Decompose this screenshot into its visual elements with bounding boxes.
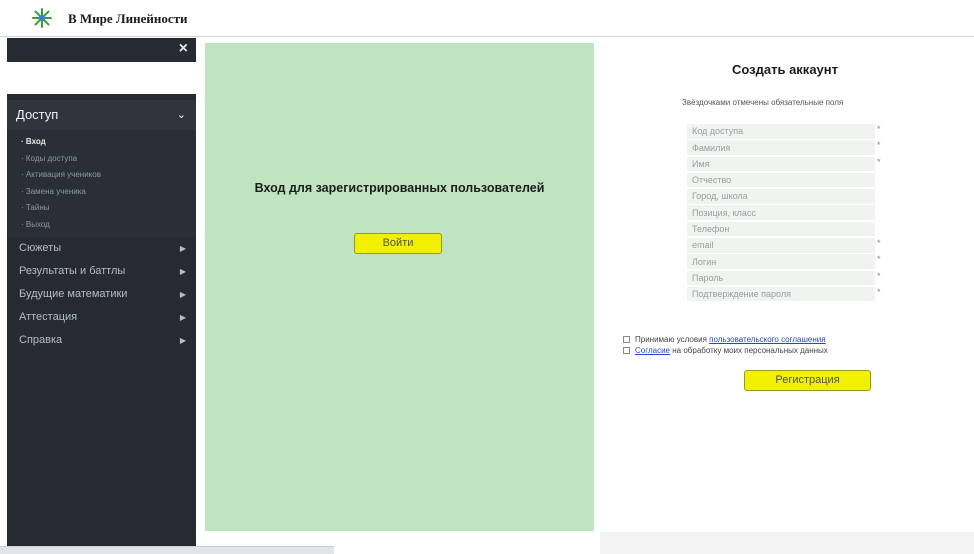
field-row	[687, 172, 887, 188]
footer-strip	[600, 532, 974, 554]
sidebar-subitem-login[interactable]: · Вход	[7, 134, 196, 151]
sidebar-top: ×	[7, 38, 196, 62]
required-fields-note: Звёздочками отмечены обязательные поля	[682, 98, 844, 107]
field-row	[687, 204, 887, 220]
field-row: *	[687, 270, 887, 286]
triangle-right-icon: ▶	[179, 290, 186, 299]
sidebar-item-future-math[interactable]: Будущие математики ▶	[7, 283, 196, 306]
sidebar-subitem-activate-students[interactable]: · Активация учеников	[7, 167, 196, 184]
login-input[interactable]	[687, 254, 875, 269]
triangle-right-icon: ▶	[179, 267, 186, 276]
agreement-checkbox[interactable]	[623, 336, 630, 344]
sidebar: × Доступ ⌄ · Вход · Коды доступа · Актив…	[7, 38, 196, 554]
sidebar-subitem-replace-student[interactable]: · Замена ученика	[7, 184, 196, 201]
required-marker: *	[877, 124, 881, 134]
sidebar-search-strip[interactable]	[7, 62, 196, 94]
sidebar-subitem-secrets[interactable]: · Тайны	[7, 200, 196, 217]
field-row: *	[687, 139, 887, 155]
required-marker: *	[877, 270, 881, 281]
user-agreement-link[interactable]: пользовательского соглашения	[709, 335, 825, 344]
chevron-down-icon: ⌄	[176, 109, 186, 121]
sidebar-sublist: · Вход · Коды доступа · Активация ученик…	[7, 130, 196, 237]
triangle-right-icon: ▶	[179, 244, 186, 253]
position-class-input[interactable]	[687, 205, 875, 220]
sidebar-item-attestation[interactable]: Аттестация ▶	[7, 306, 196, 329]
consent-text: на обработку моих персональных данных	[672, 346, 828, 355]
first-name-input[interactable]	[687, 156, 875, 172]
city-school-input[interactable]	[687, 189, 875, 204]
agreement-text: Принимаю условия	[635, 335, 707, 344]
triangle-right-icon: ▶	[179, 313, 186, 322]
field-row: *	[687, 253, 887, 269]
sidebar-subitem-logout[interactable]: · Выход	[7, 217, 196, 234]
register-title: Создать аккаунт	[732, 62, 838, 77]
triangle-right-icon: ▶	[179, 336, 186, 345]
sprout-logo-icon[interactable]	[30, 6, 54, 30]
email-input[interactable]	[687, 238, 875, 253]
sidebar-item-results[interactable]: Результаты и баттлы ▶	[7, 260, 196, 283]
field-row: *	[687, 237, 887, 253]
sidebar-section-access[interactable]: Доступ ⌄	[7, 100, 196, 130]
last-name-input[interactable]	[687, 140, 875, 155]
field-row: *	[687, 156, 887, 172]
register-button[interactable]: Регистрация	[744, 370, 871, 391]
sidebar-item-plots[interactable]: Сюжеты ▶	[7, 237, 196, 260]
field-row	[687, 221, 887, 237]
sidebar-subitem-access-codes[interactable]: · Коды доступа	[7, 151, 196, 168]
login-button[interactable]: Войти	[354, 233, 442, 254]
close-icon[interactable]: ×	[179, 40, 188, 58]
consent-row: Согласие на обработку моих персональных …	[623, 346, 828, 355]
agreement-row: Принимаю условия пользовательского согла…	[623, 335, 826, 344]
required-marker: *	[877, 238, 881, 249]
site-title[interactable]: В Мире Линейности	[68, 11, 188, 27]
field-row	[687, 188, 887, 204]
registration-form: * * * * * * *	[687, 123, 887, 302]
login-panel: Вход для зарегистрированных пользователе…	[205, 43, 594, 531]
sidebar-section-label: Доступ	[16, 107, 59, 122]
top-header: В Мире Линейности	[0, 0, 974, 37]
required-marker: *	[877, 156, 881, 167]
patronymic-input[interactable]	[687, 172, 875, 188]
required-marker: *	[877, 286, 881, 297]
field-row: *	[687, 286, 887, 302]
access-code-input[interactable]	[687, 124, 875, 139]
field-row: *	[687, 123, 887, 139]
password-input[interactable]	[687, 270, 875, 286]
phone-input[interactable]	[687, 221, 875, 237]
confirm-password-input[interactable]	[687, 286, 875, 302]
required-marker: *	[877, 140, 881, 151]
status-bar	[0, 546, 334, 554]
login-title: Вход для зарегистрированных пользователе…	[254, 181, 545, 195]
sidebar-item-help[interactable]: Справка ▶	[7, 329, 196, 352]
required-marker: *	[877, 254, 881, 265]
consent-link[interactable]: Согласие	[635, 346, 670, 355]
consent-checkbox[interactable]	[623, 347, 630, 355]
